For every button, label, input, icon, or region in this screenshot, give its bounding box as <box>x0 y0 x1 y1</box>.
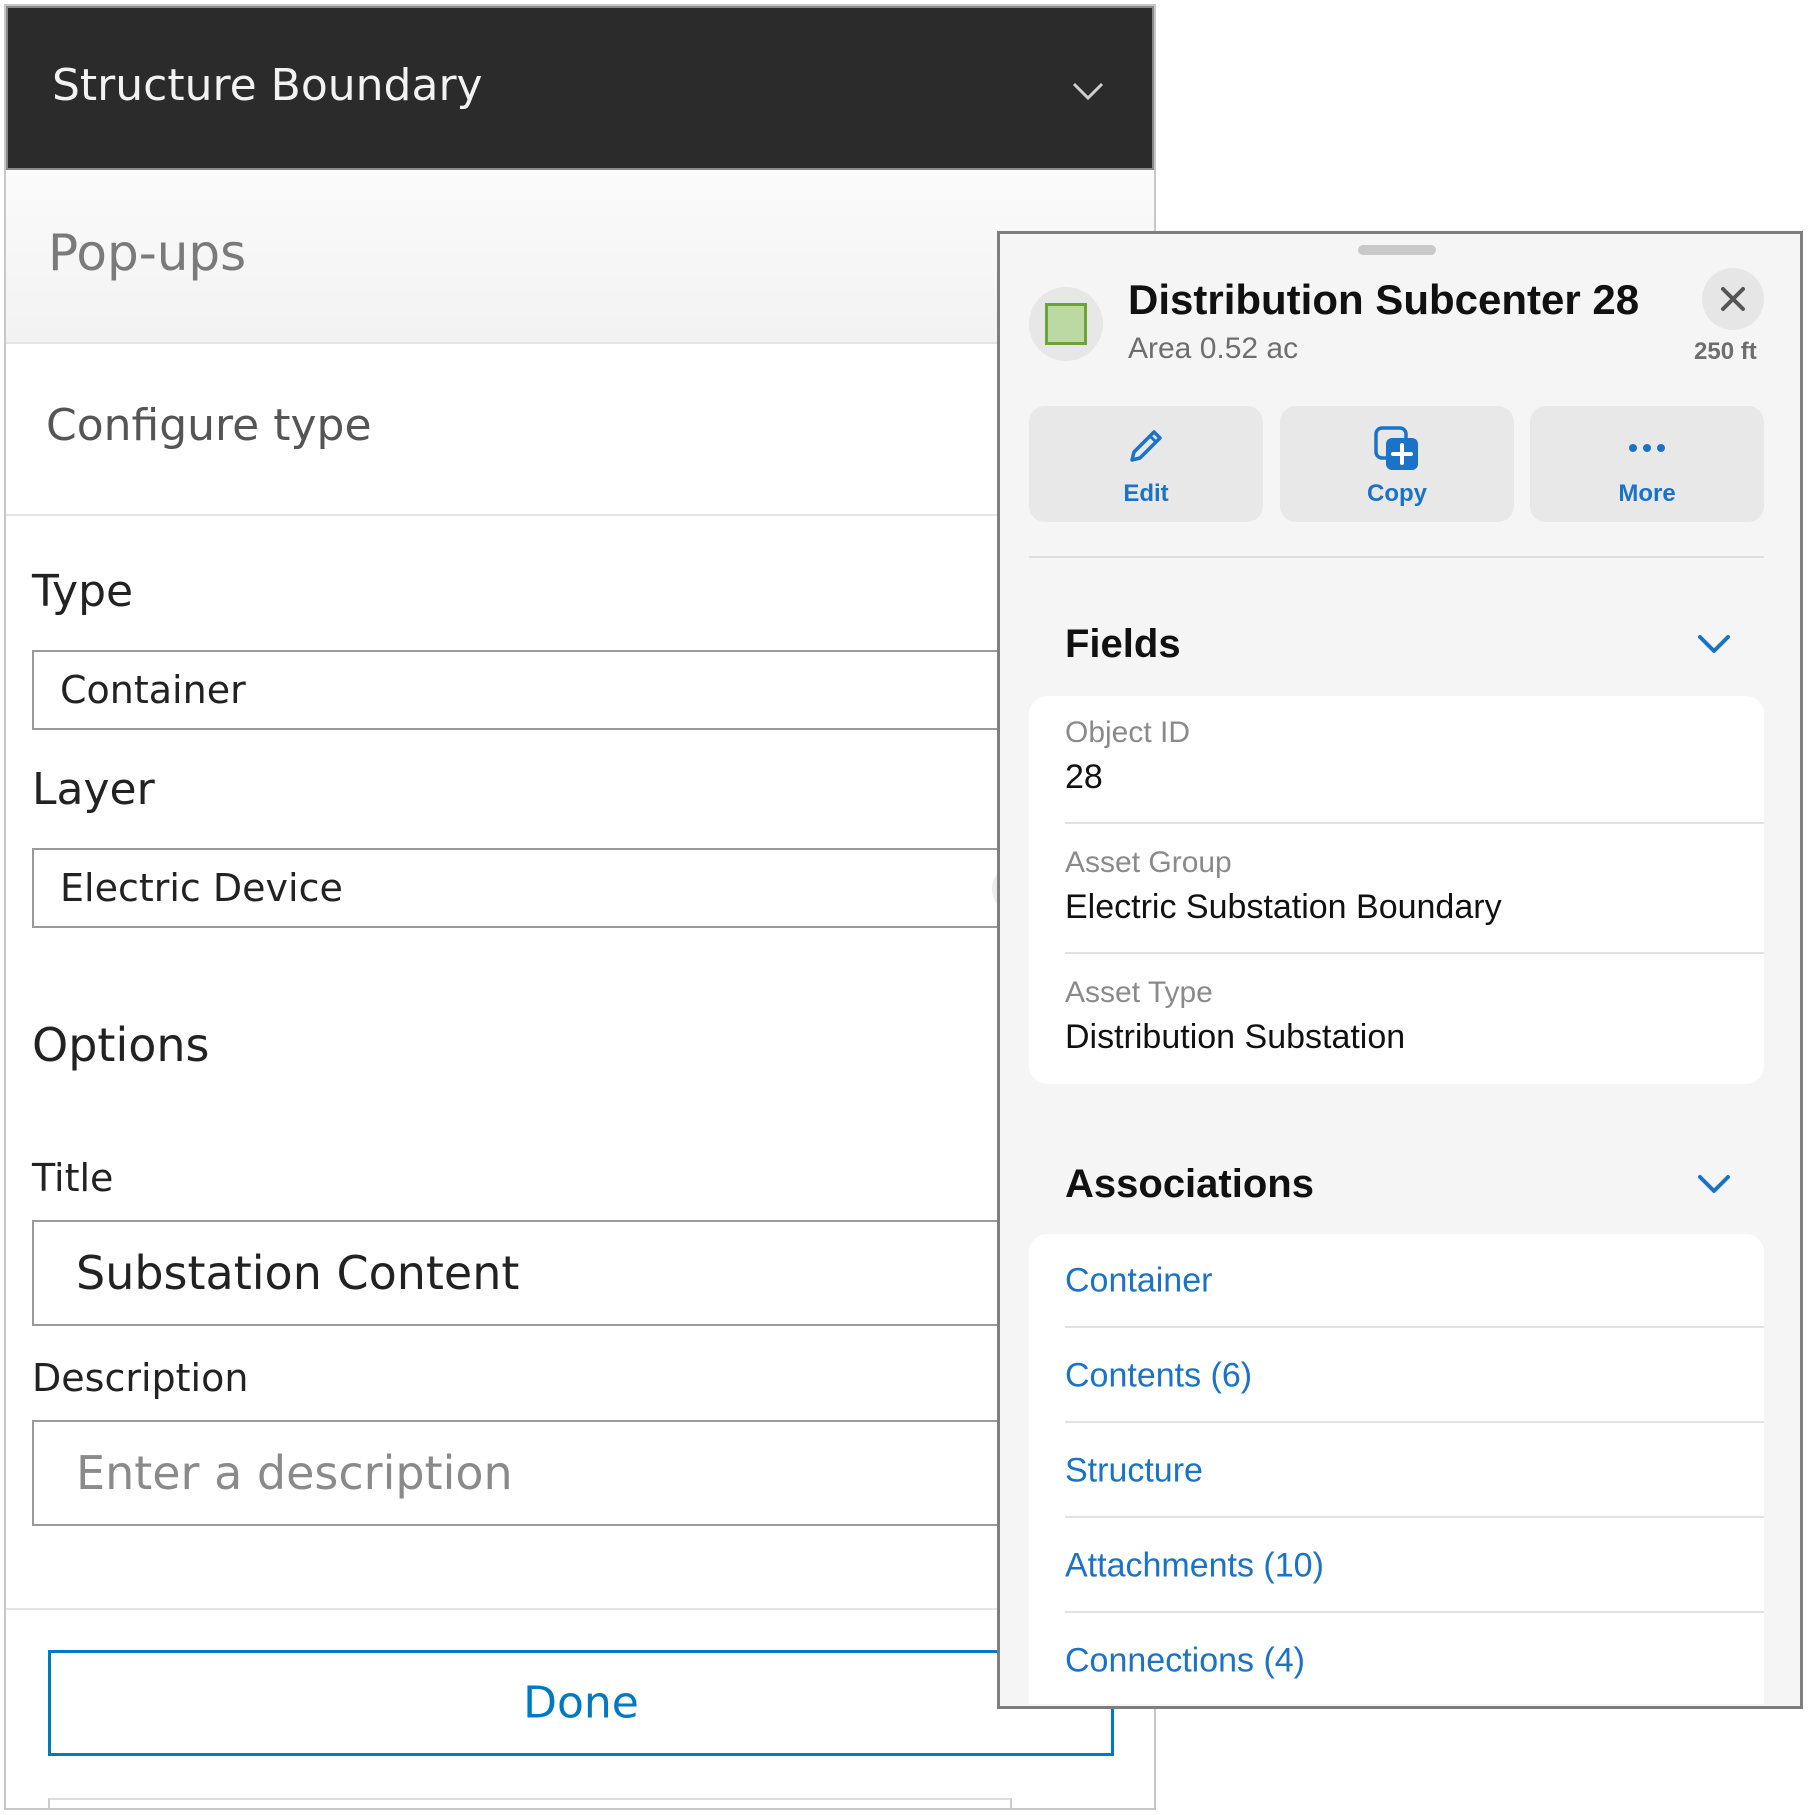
footer-divider <box>6 1608 1154 1610</box>
actions-divider <box>1029 556 1764 558</box>
association-link[interactable]: Container <box>1065 1262 1212 1301</box>
feature-symbol <box>1029 287 1103 361</box>
chevron-down-icon[interactable] <box>1696 632 1732 656</box>
association-item-container[interactable]: Container <box>1065 1234 1764 1328</box>
associations-section-title: Associations <box>1065 1162 1314 1206</box>
association-item-contents[interactable]: Contents (6) <box>1065 1329 1764 1423</box>
row-divider <box>1065 952 1764 954</box>
type-label: Type <box>32 566 134 617</box>
association-item-structure[interactable]: Structure <box>1065 1424 1764 1518</box>
configure-popup-panel: Structure Boundary Pop-ups Configure typ… <box>4 4 1156 1810</box>
chevron-down-icon[interactable] <box>1696 1172 1732 1196</box>
field-value: 28 <box>1065 758 1103 796</box>
options-heading: Options <box>32 1018 210 1072</box>
association-item-connections[interactable]: Connections (4) <box>1065 1614 1764 1706</box>
chevron-down-icon[interactable] <box>1068 76 1108 106</box>
title-label: Title <box>32 1156 114 1200</box>
description-placeholder: Enter a description <box>76 1446 513 1500</box>
feature-popup-card: Distribution Subcenter 28 Area 0.52 ac 2… <box>997 231 1803 1709</box>
association-link[interactable]: Structure <box>1065 1452 1203 1491</box>
field-label: Asset Group <box>1065 846 1232 879</box>
association-link[interactable]: Attachments (10) <box>1065 1547 1324 1586</box>
row-divider <box>1065 1326 1764 1328</box>
association-link[interactable]: Contents (6) <box>1065 1357 1252 1396</box>
layer-value: Electric Device <box>60 866 343 910</box>
field-value: Distribution Substation <box>1065 1018 1406 1056</box>
popups-title: Pop-ups <box>48 224 247 282</box>
edit-button-label: Edit <box>1123 480 1169 507</box>
panel-bottom-edge <box>48 1798 1012 1808</box>
field-value: Electric Substation Boundary <box>1065 888 1502 926</box>
fields-list: Object ID 28 Asset Group Electric Substa… <box>1029 696 1764 1084</box>
layer-field[interactable]: Electric Device <box>32 848 1142 928</box>
popups-section-header: Pop-ups <box>6 170 1154 344</box>
type-value: Container <box>60 668 246 712</box>
ellipsis-icon <box>1629 444 1665 452</box>
description-label: Description <box>32 1356 249 1400</box>
association-item-attachments[interactable]: Attachments (10) <box>1065 1519 1764 1613</box>
title-input[interactable]: Substation Content <box>32 1220 1142 1326</box>
layer-dropdown-header[interactable]: Structure Boundary <box>6 6 1154 170</box>
pencil-icon <box>1130 430 1162 462</box>
more-button-label: More <box>1618 480 1676 507</box>
popup-title: Distribution Subcenter 28 <box>1128 276 1640 323</box>
layer-label: Layer <box>32 764 155 815</box>
close-icon <box>1721 287 1745 311</box>
description-input[interactable]: Enter a description <box>32 1420 1142 1526</box>
drag-handle[interactable] <box>1358 245 1436 255</box>
fields-section-title: Fields <box>1065 622 1181 666</box>
copy-button[interactable]: Copy <box>1280 406 1514 522</box>
field-label: Asset Type <box>1065 976 1213 1009</box>
field-row-asset-group: Asset Group Electric Substation Boundary <box>1065 826 1764 954</box>
distance-label: 250 ft <box>1694 338 1757 365</box>
configure-type-header: Configure type <box>6 344 1154 516</box>
more-button[interactable]: More <box>1530 406 1764 522</box>
copy-button-label: Copy <box>1367 480 1427 507</box>
configure-type-title: Configure type <box>46 400 372 451</box>
layer-dropdown-title: Structure Boundary <box>52 60 483 111</box>
done-button[interactable]: Done <box>48 1650 1114 1756</box>
row-divider <box>1065 1516 1764 1518</box>
edit-button[interactable]: Edit <box>1029 406 1263 522</box>
field-row-asset-type: Asset Type Distribution Substation <box>1065 956 1764 1084</box>
field-label: Object ID <box>1065 716 1191 749</box>
row-divider <box>1065 1421 1764 1423</box>
polygon-symbol-icon <box>1045 303 1087 345</box>
popup-subtitle: Area 0.52 ac <box>1128 332 1299 365</box>
done-button-label: Done <box>523 1677 639 1729</box>
copy-plus-icon <box>1374 426 1418 470</box>
title-value: Substation Content <box>76 1246 520 1300</box>
field-row-object-id: Object ID 28 <box>1065 696 1764 824</box>
row-divider <box>1065 822 1764 824</box>
associations-list: Container Contents (6) Structure Attachm… <box>1029 1234 1764 1704</box>
association-link[interactable]: Connections (4) <box>1065 1642 1305 1681</box>
close-popup-button[interactable] <box>1702 268 1764 330</box>
type-field[interactable]: Container <box>32 650 1142 730</box>
row-divider <box>1065 1611 1764 1613</box>
